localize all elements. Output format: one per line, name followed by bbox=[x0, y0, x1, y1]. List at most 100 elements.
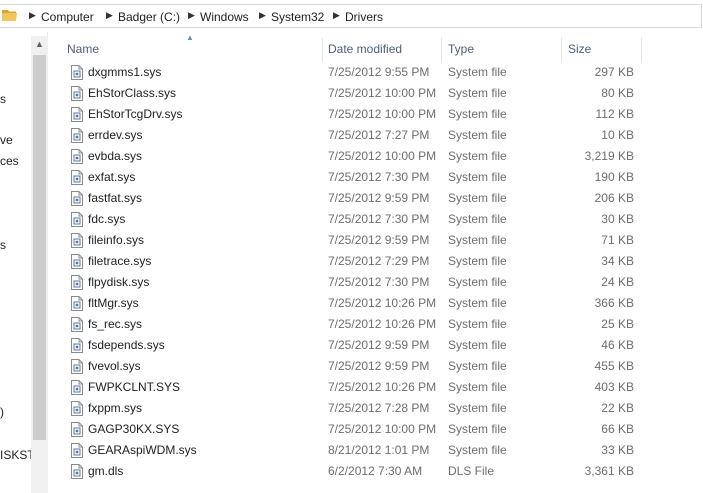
file-name: fastfat.sys bbox=[88, 191, 143, 205]
file-size: 297 KB bbox=[594, 65, 634, 79]
file-name: errdev.sys bbox=[88, 128, 143, 142]
system-file-icon bbox=[71, 65, 83, 80]
file-row[interactable]: fastfat.sys 7/25/2012 9:59 PM System file 2… bbox=[0, 188, 703, 209]
file-row[interactable]: fileinfo.sys 7/25/2012 9:59 PM System file… bbox=[0, 230, 703, 251]
file-type: System file bbox=[448, 443, 507, 457]
file-row[interactable]: evbda.sys 7/25/2012 10:00 PM System file 3,… bbox=[0, 146, 703, 167]
file-size: 112 KB bbox=[595, 107, 634, 121]
file-row[interactable]: errdev.sys 7/25/2012 7:27 PM System file 10… bbox=[0, 125, 703, 146]
file-type: System file bbox=[448, 107, 507, 121]
file-name: FWPKCLNT.SYS bbox=[88, 380, 181, 394]
column-divider[interactable] bbox=[441, 38, 442, 62]
breadcrumb-item[interactable]: Badger (C:) bbox=[118, 9, 180, 25]
file-date-modified: 7/25/2012 10:00 PM bbox=[328, 149, 437, 163]
file-type: System file bbox=[448, 296, 507, 310]
file-row[interactable]: flpydisk.sys 7/25/2012 7:30 PM System file… bbox=[0, 272, 703, 293]
file-size: 10 KB bbox=[601, 128, 634, 142]
system-file-icon bbox=[71, 170, 83, 185]
column-divider[interactable] bbox=[561, 38, 562, 62]
file-size: 30 KB bbox=[601, 212, 634, 226]
file-size: 206 KB bbox=[594, 191, 634, 205]
file-name: EhStorTcgDrv.sys bbox=[88, 107, 183, 121]
column-header-name[interactable]: Name bbox=[67, 38, 99, 60]
column-header-date-modified[interactable]: Date modified bbox=[328, 38, 402, 60]
file-row[interactable]: EhStorClass.sys 7/25/2012 10:00 PM System … bbox=[0, 83, 703, 104]
breadcrumb-item[interactable]: Drivers bbox=[345, 9, 383, 25]
breadcrumb-item[interactable]: Computer bbox=[41, 9, 94, 25]
breadcrumb-chevron-icon[interactable]: ▶ bbox=[259, 9, 267, 21]
file-row[interactable]: fs_rec.sys 7/25/2012 10:26 PM System file 2… bbox=[0, 314, 703, 335]
file-type: System file bbox=[448, 317, 507, 331]
column-divider[interactable] bbox=[322, 38, 323, 62]
address-bar: ▶ Computer ▶ Badger (C:) ▶ Windows ▶ System32 ▶ D… bbox=[0, 0, 703, 32]
file-size: 66 KB bbox=[601, 422, 634, 436]
file-type: System file bbox=[448, 359, 507, 373]
breadcrumb-item[interactable]: Windows bbox=[200, 9, 249, 25]
file-size: 3,361 KB bbox=[584, 464, 634, 478]
file-size: 34 KB bbox=[601, 254, 634, 268]
file-name: dxgmms1.sys bbox=[88, 65, 162, 79]
breadcrumb-item[interactable]: System32 bbox=[271, 9, 324, 25]
file-list: dxgmms1.sys 7/25/2012 9:55 PM System file 2… bbox=[0, 62, 703, 493]
file-row[interactable]: GAGP30KX.SYS 7/25/2012 10:00 PM System fil… bbox=[0, 419, 703, 440]
system-file-icon bbox=[71, 254, 83, 269]
file-date-modified: 7/25/2012 10:00 PM bbox=[328, 107, 437, 121]
file-type: System file bbox=[448, 149, 507, 163]
file-type: System file bbox=[448, 380, 507, 394]
file-date-modified: 7/25/2012 9:59 PM bbox=[328, 233, 430, 247]
file-date-modified: 7/25/2012 7:29 PM bbox=[328, 254, 430, 268]
file-row[interactable]: fxppm.sys 7/25/2012 7:28 PM System file 22 … bbox=[0, 398, 703, 419]
file-name: fxppm.sys bbox=[88, 401, 143, 415]
file-type: System file bbox=[448, 233, 507, 247]
file-size: 3,219 KB bbox=[584, 149, 634, 163]
file-row[interactable]: fltMgr.sys 7/25/2012 10:26 PM System file 3… bbox=[0, 293, 703, 314]
file-type: System file bbox=[448, 254, 507, 268]
system-file-icon bbox=[71, 359, 83, 374]
column-header-size[interactable]: Size bbox=[568, 38, 591, 60]
file-date-modified: 7/25/2012 10:00 PM bbox=[328, 422, 437, 436]
file-size: 24 KB bbox=[601, 275, 634, 289]
file-size: 455 KB bbox=[594, 359, 634, 373]
file-row[interactable]: gm.dls 6/2/2012 7:30 AM DLS File 3,361 KB bbox=[0, 461, 703, 482]
file-type: System file bbox=[448, 86, 507, 100]
file-row[interactable]: fvevol.sys 7/25/2012 9:59 PM System file 45… bbox=[0, 356, 703, 377]
system-file-icon bbox=[71, 422, 83, 437]
file-row[interactable]: EhStorTcgDrv.sys 7/25/2012 10:00 PM System… bbox=[0, 104, 703, 125]
file-date-modified: 7/25/2012 10:26 PM bbox=[328, 296, 437, 310]
file-name: flpydisk.sys bbox=[88, 275, 150, 289]
system-file-icon bbox=[71, 128, 83, 143]
folder-icon bbox=[2, 10, 17, 21]
system-file-icon bbox=[71, 86, 83, 101]
file-size: 190 KB bbox=[594, 170, 634, 184]
file-row[interactable]: GEARAspiWDM.sys 8/21/2012 1:01 PM System f… bbox=[0, 440, 703, 461]
system-file-icon bbox=[71, 107, 83, 122]
system-file-icon bbox=[71, 191, 83, 206]
file-type: System file bbox=[448, 65, 507, 79]
breadcrumb-chevron-icon[interactable]: ▶ bbox=[29, 9, 37, 21]
file-row[interactable]: fsdepends.sys 7/25/2012 9:59 PM System fil… bbox=[0, 335, 703, 356]
file-type: System file bbox=[448, 128, 507, 142]
breadcrumb-chevron-icon[interactable]: ▶ bbox=[106, 9, 114, 21]
file-date-modified: 6/2/2012 7:30 AM bbox=[328, 464, 423, 478]
file-date-modified: 7/25/2012 10:00 PM bbox=[328, 86, 437, 100]
column-divider[interactable] bbox=[641, 38, 642, 62]
system-file-icon bbox=[71, 275, 83, 290]
file-row[interactable]: exfat.sys 7/25/2012 7:30 PM System file 190… bbox=[0, 167, 703, 188]
file-name: fs_rec.sys bbox=[88, 317, 143, 331]
breadcrumb-chevron-icon[interactable]: ▶ bbox=[333, 9, 341, 21]
system-file-icon bbox=[71, 317, 83, 332]
system-file-icon bbox=[71, 212, 83, 227]
file-row[interactable]: filetrace.sys 7/25/2012 7:29 PM System fil… bbox=[0, 251, 703, 272]
scroll-up-arrow-icon[interactable]: ▲ bbox=[31, 36, 48, 53]
system-file-icon bbox=[71, 149, 83, 164]
file-row[interactable]: FWPKCLNT.SYS 7/25/2012 10:26 PM System fil… bbox=[0, 377, 703, 398]
file-date-modified: 7/25/2012 9:59 PM bbox=[328, 191, 430, 205]
file-row[interactable]: dxgmms1.sys 7/25/2012 9:55 PM System file 2… bbox=[0, 62, 703, 83]
breadcrumb-chevron-icon[interactable]: ▶ bbox=[188, 9, 196, 21]
column-header-type[interactable]: Type bbox=[448, 38, 474, 60]
file-date-modified: 7/25/2012 9:59 PM bbox=[328, 338, 430, 352]
file-size: 33 KB bbox=[601, 443, 634, 457]
file-size: 366 KB bbox=[594, 296, 634, 310]
file-row[interactable]: fdc.sys 7/25/2012 7:30 PM System file 30 KB bbox=[0, 209, 703, 230]
file-type: System file bbox=[448, 422, 507, 436]
